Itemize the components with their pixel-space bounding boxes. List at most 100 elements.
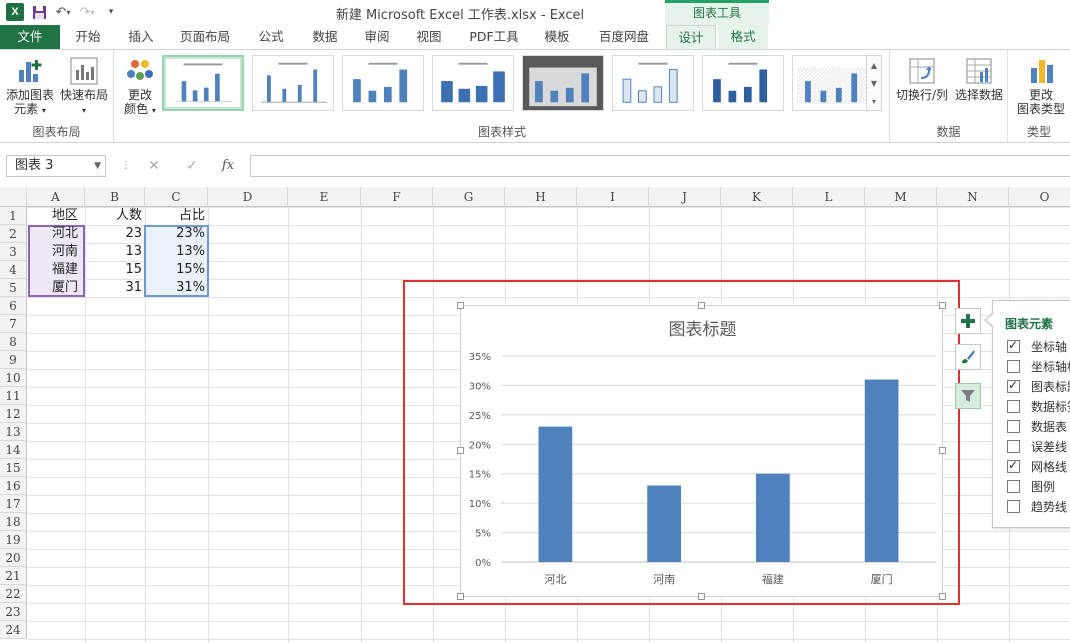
tab-design[interactable]: 设计 (666, 25, 716, 50)
chart-title[interactable]: 图表标题 (669, 320, 737, 340)
chart-style-6[interactable] (612, 55, 694, 111)
chart-style-3[interactable] (342, 55, 424, 111)
cell-a1[interactable]: 地区 (49, 207, 89, 225)
checkbox[interactable] (1007, 479, 1020, 493)
bar[interactable] (864, 379, 899, 562)
chart-element-option[interactable]: 数据标签 (1007, 397, 1070, 415)
column-header[interactable]: E (288, 187, 361, 207)
cell-b3[interactable]: 13 (85, 243, 145, 261)
checkbox[interactable] (1007, 458, 1020, 473)
column-header[interactable]: C (145, 187, 208, 207)
column-header[interactable]: K (721, 187, 793, 207)
chart-element-option[interactable]: 坐标轴标题 (1007, 357, 1070, 375)
chart-style-7[interactable] (702, 55, 784, 111)
resize-handle[interactable] (698, 593, 705, 600)
chart-object[interactable]: 图表标题 0% 5% 10% 15% 20% 25% 30% 35% 河北 河南 福建 厦门 (460, 305, 943, 597)
column-header[interactable]: G (433, 187, 505, 207)
cell-c5[interactable]: 31% (145, 279, 208, 297)
resize-handle[interactable] (939, 593, 946, 600)
cell-b5[interactable]: 31 (85, 279, 145, 297)
checkbox[interactable] (1007, 499, 1020, 513)
tab-file[interactable]: 文件 (0, 25, 60, 49)
cell-b4[interactable]: 15 (85, 261, 145, 279)
row-header[interactable]: 19 (0, 531, 27, 549)
row-header[interactable]: 13 (0, 423, 27, 441)
tab-data[interactable]: 数据 (302, 25, 348, 49)
chart-style-1[interactable] (162, 55, 244, 111)
row-header[interactable]: 24 (0, 621, 27, 639)
checkbox[interactable] (1007, 359, 1020, 373)
resize-handle[interactable] (457, 447, 464, 454)
tab-review[interactable]: 审阅 (354, 25, 400, 49)
checkbox[interactable] (1007, 399, 1020, 413)
tab-formulas[interactable]: 公式 (248, 25, 294, 49)
column-header[interactable]: A (27, 187, 85, 207)
undo-icon[interactable]: ↶ ▾ (54, 2, 72, 22)
row-header[interactable]: 1 (0, 207, 27, 225)
tab-baidu-netdisk[interactable]: 百度网盘 (588, 25, 660, 49)
save-icon[interactable] (30, 2, 48, 22)
column-header[interactable]: M (865, 187, 937, 207)
chart-styles-button[interactable] (955, 344, 981, 370)
checkbox[interactable] (1007, 419, 1020, 433)
row-header[interactable]: 7 (0, 315, 27, 333)
bar[interactable] (756, 473, 790, 562)
cell-a4[interactable]: 福建 (49, 261, 81, 279)
row-header[interactable]: 12 (0, 405, 27, 423)
tab-pdf-tools[interactable]: PDF工具 (460, 25, 528, 49)
enter-icon[interactable]: ✓ (180, 155, 204, 177)
tab-format[interactable]: 格式 (718, 25, 768, 49)
resize-handle[interactable] (698, 302, 705, 309)
chart-style-2[interactable] (252, 55, 334, 111)
scroll-down-icon[interactable]: ▼ (871, 79, 877, 88)
resize-handle[interactable] (939, 447, 946, 454)
row-header[interactable]: 11 (0, 387, 27, 405)
column-header[interactable]: L (793, 187, 865, 207)
row-header[interactable]: 5 (0, 279, 27, 297)
row-header[interactable]: 9 (0, 351, 27, 369)
resize-handle[interactable] (939, 302, 946, 309)
cancel-icon[interactable]: ✕ (142, 155, 166, 177)
scroll-up-icon[interactable]: ▲ (871, 61, 877, 70)
row-header[interactable]: 2 (0, 225, 27, 243)
cell-c1[interactable]: 占比 (145, 207, 208, 225)
resize-handle[interactable] (457, 302, 464, 309)
checkbox[interactable] (1007, 338, 1020, 353)
gallery-scroll-buttons[interactable]: ▲ ▼ ▾ (866, 55, 882, 111)
add-chart-element-button[interactable]: 添加图表 元素 ▾ (4, 56, 56, 118)
column-header[interactable]: F (361, 187, 433, 207)
cell-a2[interactable]: 河北 (49, 225, 81, 243)
cell-a5[interactable]: 厦门 (49, 279, 81, 297)
chart-filters-button[interactable] (955, 383, 981, 409)
chart-element-option[interactable]: 网格线 (1007, 457, 1067, 475)
bar[interactable] (647, 485, 681, 562)
resize-handle[interactable] (457, 593, 464, 600)
redo-icon[interactable]: ↷ ▾ (78, 2, 96, 22)
select-all-corner[interactable] (0, 187, 27, 207)
column-header[interactable]: B (85, 187, 145, 207)
cell-a3[interactable]: 河南 (49, 243, 81, 261)
tab-templates[interactable]: 模板 (534, 25, 580, 49)
chart-element-option[interactable]: 坐标轴 (1007, 337, 1067, 355)
chart-style-8[interactable] (792, 55, 874, 111)
column-header[interactable]: N (937, 187, 1009, 207)
chart-element-option[interactable]: 图表标题 (1007, 377, 1070, 395)
row-header[interactable]: 20 (0, 549, 27, 567)
formula-input[interactable] (250, 155, 1070, 177)
change-colors-button[interactable]: 更改 颜色 ▾ (118, 56, 162, 118)
name-box[interactable]: 图表 3 ▼ (6, 155, 106, 177)
tab-view[interactable]: 视图 (406, 25, 452, 49)
chart-elements-button[interactable] (955, 308, 981, 334)
more-styles-icon[interactable]: ▾ (872, 97, 876, 106)
row-header[interactable]: 14 (0, 441, 27, 459)
chart-style-5[interactable] (522, 55, 604, 111)
cell-c4[interactable]: 15% (145, 261, 208, 279)
column-header[interactable]: O (1009, 187, 1070, 207)
cell-b2[interactable]: 23 (85, 225, 145, 243)
row-header[interactable]: 17 (0, 495, 27, 513)
chart-element-option[interactable]: 图例 (1007, 477, 1055, 495)
cell-b1[interactable]: 人数 (85, 207, 145, 225)
row-header[interactable]: 4 (0, 261, 27, 279)
cell-c2[interactable]: 23% (145, 225, 208, 243)
column-header[interactable]: H (505, 187, 577, 207)
